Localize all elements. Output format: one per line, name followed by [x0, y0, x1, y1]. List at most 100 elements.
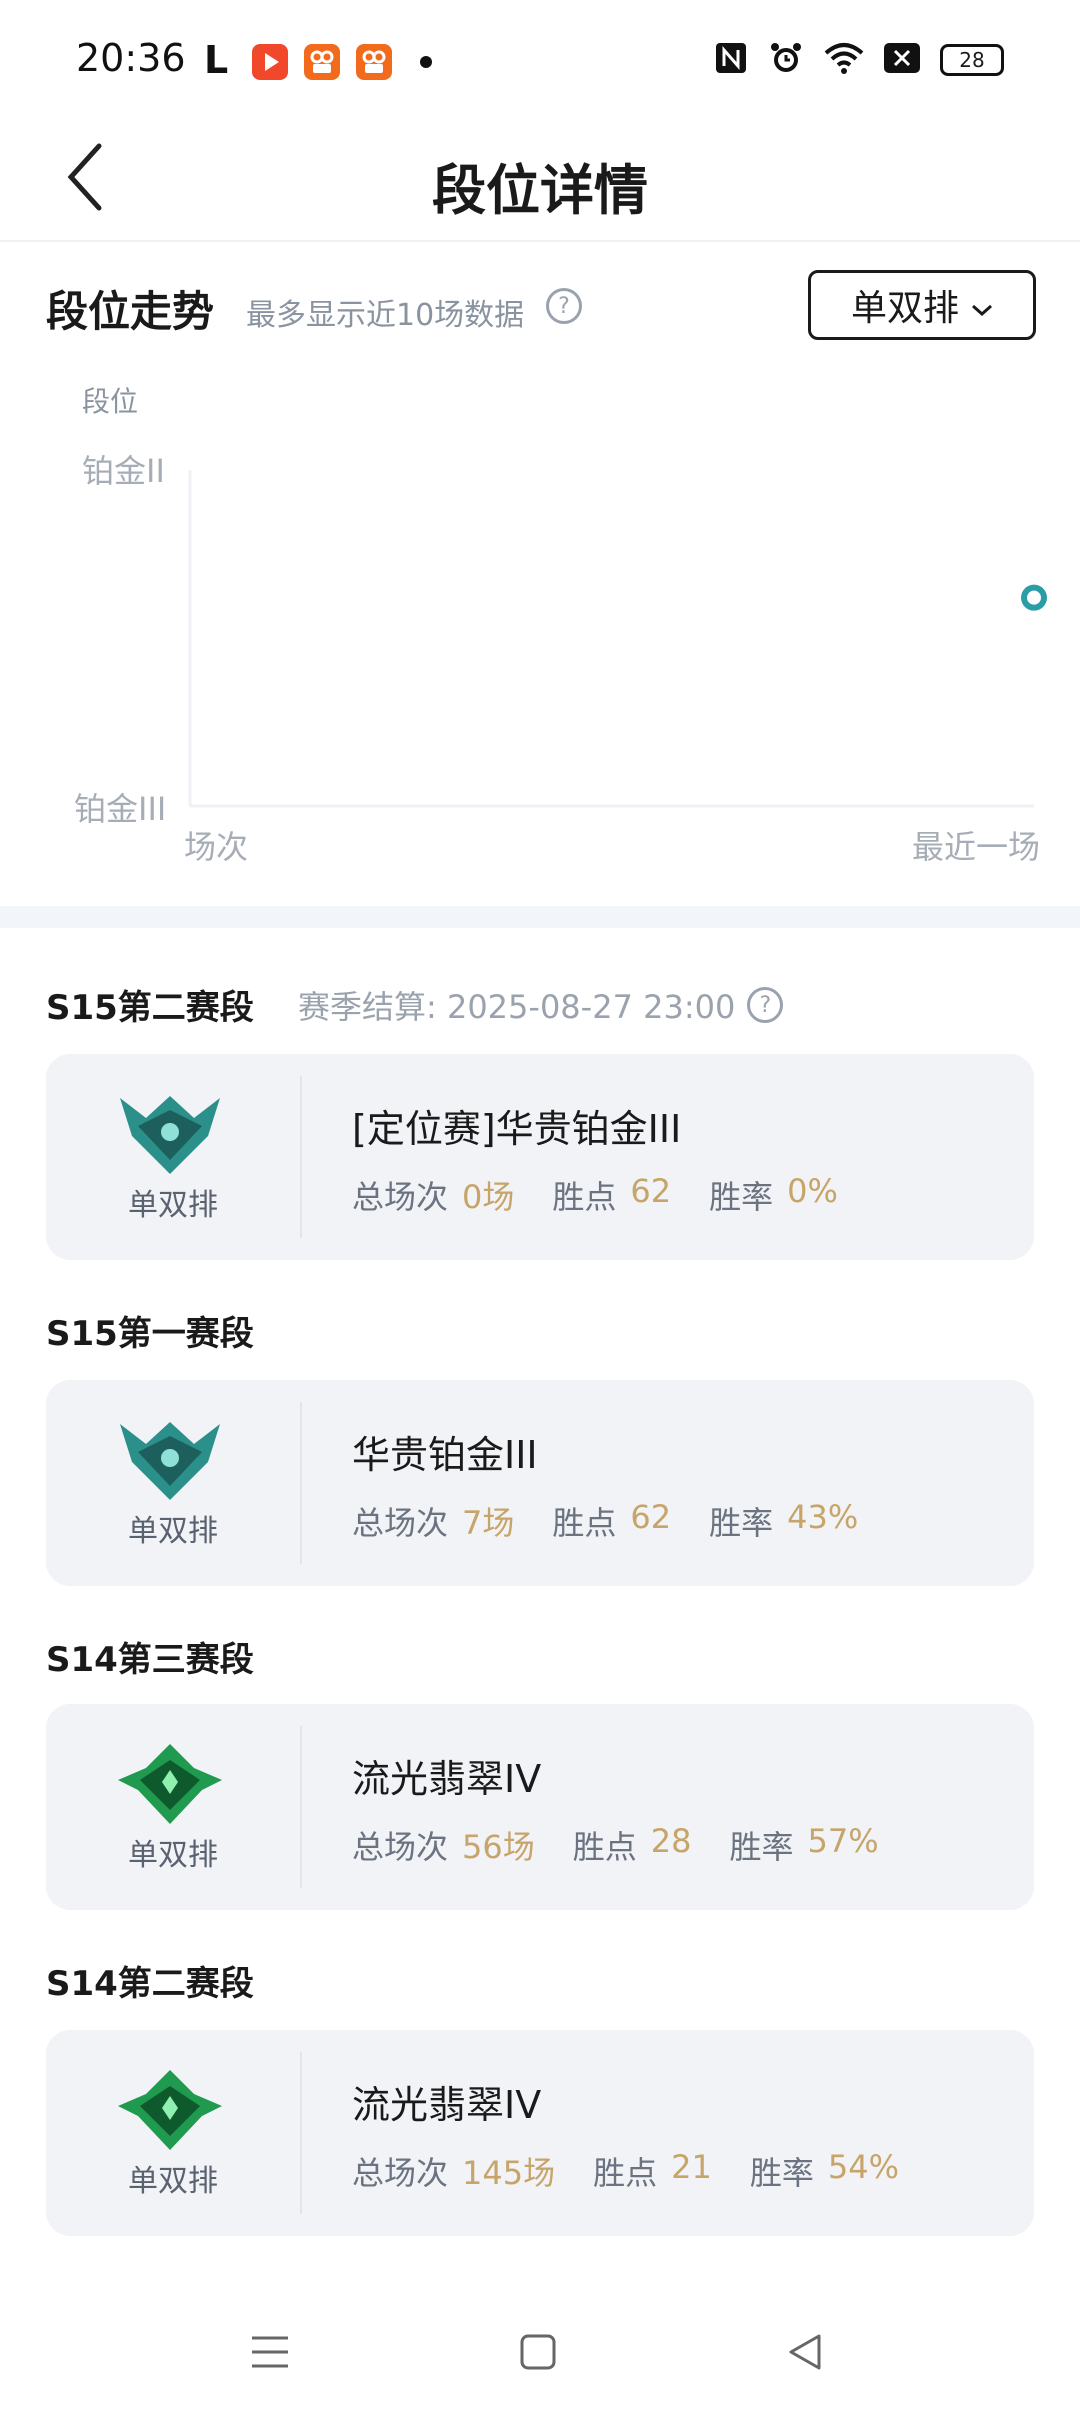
home-square-icon	[519, 2333, 557, 2375]
stat-value: 0%	[787, 1172, 838, 1210]
battery-icon: 28	[940, 44, 1004, 76]
queue-label: 单双排	[128, 1838, 218, 1873]
status-time: 20:36	[76, 36, 186, 80]
app-l-icon: L	[204, 38, 229, 82]
stat-label: 胜率	[709, 1178, 774, 1216]
season-title: S14第二赛段	[46, 1964, 254, 2004]
stat-value: 7场	[462, 1504, 515, 1542]
card-emblem-area: 单双排	[46, 1380, 300, 1586]
alarm-icon	[768, 40, 804, 80]
season-card[interactable]: 单双排 华贵铂金III 总场次 7场 胜点 62 胜率 43%	[46, 1380, 1034, 1586]
rank-trend-chart: 段位 铂金II 铂金III 场次 最近一场	[0, 360, 1080, 880]
card-divider	[300, 1726, 302, 1888]
rank-stats: 总场次 145场 胜点 21 胜率 54%	[352, 2148, 899, 2194]
stat-value: 28	[650, 1822, 692, 1860]
x-axis-end-label: 最近一场	[911, 828, 1040, 866]
section-divider	[0, 906, 1080, 928]
stat-label: 胜率	[729, 1828, 794, 1866]
nfc-icon	[714, 41, 748, 79]
card-emblem-area: 单双排	[46, 1054, 300, 1260]
stat-lp: 胜点 62	[552, 1498, 671, 1544]
page-title: 段位详情	[432, 159, 648, 222]
queue-selector-label: 单双排	[850, 288, 959, 329]
card-emblem-area: 单双排	[46, 2030, 300, 2236]
rank-name: 流光翡翠IV	[352, 2083, 542, 2127]
stat-winrate: 胜率 43%	[709, 1498, 858, 1544]
chart-canvas	[188, 470, 1047, 808]
season-card[interactable]: 单双排 流光翡翠IV 总场次 56场 胜点 28 胜率 57%	[46, 1704, 1034, 1910]
emerald-emblem-icon	[118, 1744, 222, 1824]
queue-label: 单双排	[128, 1188, 218, 1223]
card-divider	[300, 1076, 302, 1238]
system-nav-bar	[0, 2290, 1080, 2412]
emerald-emblem-icon	[118, 2070, 222, 2150]
season-card[interactable]: 单双排 流光翡翠IV 总场次 145场 胜点 21 胜率 54%	[46, 2030, 1034, 2236]
kuaishou-app-icon	[304, 44, 340, 80]
stat-label: 胜率	[709, 1504, 774, 1542]
season-title: S15第二赛段	[46, 988, 254, 1028]
notification-dot-icon	[420, 56, 432, 68]
chart-points	[1021, 584, 1047, 611]
rank-stats: 总场次 56场 胜点 28 胜率 57%	[352, 1822, 879, 1868]
stat-total-games: 总场次 7场	[352, 1498, 514, 1544]
stat-label: 总场次	[352, 2154, 449, 2192]
back-triangle-icon	[785, 2332, 823, 2376]
page: 20:36 L 28 段位详情 段位走势 最多显示近10场数据 ? 单双排 段位…	[0, 0, 1080, 2412]
stat-lp: 胜点 21	[593, 2148, 712, 2194]
stat-label: 胜点	[552, 1178, 617, 1216]
trend-title: 段位走势	[46, 287, 215, 336]
question-circle-icon[interactable]: ?	[546, 288, 582, 324]
sim-off-icon	[884, 43, 920, 77]
stat-winrate: 胜率 57%	[729, 1822, 878, 1868]
season-card[interactable]: 单双排 [定位赛]华贵铂金III 总场次 0场 胜点 62 胜率 0%	[46, 1054, 1034, 1260]
x-axis-start-label: 场次	[184, 828, 249, 866]
card-divider	[300, 2052, 302, 2214]
video-app-icon	[252, 44, 288, 80]
menu-button[interactable]	[230, 2314, 310, 2394]
queue-selector-dropdown[interactable]: 单双排	[808, 270, 1036, 340]
season-title: S15第一赛段	[46, 1314, 254, 1354]
season-settlement-note: 赛季结算: 2025-08-27 23:00 ?	[298, 982, 784, 1028]
question-circle-icon[interactable]: ?	[747, 987, 784, 1023]
kuaishou-app-icon-2	[356, 44, 392, 80]
stat-value: 56场	[462, 1828, 535, 1866]
trend-header: 段位走势 最多显示近10场数据 ? 单双排	[46, 270, 1036, 342]
stat-label: 总场次	[352, 1504, 449, 1542]
platinum-emblem-icon	[120, 1096, 220, 1174]
card-emblem-area: 单双排	[46, 1704, 300, 1910]
stat-value: 145场	[462, 2154, 556, 2192]
stat-label: 胜率	[749, 2154, 814, 2192]
home-button[interactable]	[498, 2314, 578, 2394]
wifi-icon	[824, 41, 864, 79]
nav-back-button[interactable]	[764, 2314, 844, 2394]
stat-label: 胜点	[593, 2154, 658, 2192]
queue-label: 单双排	[128, 2164, 218, 2199]
stat-total-games: 总场次 0场	[352, 1172, 514, 1218]
header: 段位详情	[0, 120, 1080, 242]
rank-name: 华贵铂金III	[352, 1433, 538, 1477]
stat-total-games: 总场次 56场	[352, 1822, 535, 1868]
card-divider	[300, 1402, 302, 1564]
queue-label: 单双排	[128, 1514, 218, 1549]
stat-value: 21	[671, 2148, 712, 2186]
stat-label: 胜点	[552, 1504, 617, 1542]
stat-lp: 胜点 62	[552, 1172, 671, 1218]
stat-lp: 胜点 28	[573, 1822, 692, 1868]
chart-point-0[interactable]	[1021, 584, 1047, 611]
season-title: S14第三赛段	[46, 1640, 254, 1680]
rank-stats: 总场次 7场 胜点 62 胜率 43%	[352, 1498, 858, 1544]
stat-value: 0场	[462, 1178, 515, 1216]
status-right-icons: 28	[714, 40, 1004, 80]
rank-name: 流光翡翠IV	[352, 1757, 542, 1801]
stat-value: 62	[630, 1498, 672, 1536]
platinum-emblem-icon	[120, 1422, 220, 1500]
season-settlement-text: 赛季结算: 2025-08-27 23:00	[298, 988, 736, 1026]
rank-name: [定位赛]华贵铂金III	[352, 1107, 682, 1151]
trend-subtitle: 最多显示近10场数据	[246, 298, 525, 333]
stat-value: 62	[630, 1172, 672, 1210]
stat-value: 54%	[827, 2148, 899, 2186]
stat-winrate: 胜率 54%	[750, 2148, 899, 2194]
stat-winrate: 胜率 0%	[709, 1172, 838, 1218]
rank-stats: 总场次 0场 胜点 62 胜率 0%	[352, 1172, 838, 1218]
menu-icon	[250, 2334, 290, 2374]
